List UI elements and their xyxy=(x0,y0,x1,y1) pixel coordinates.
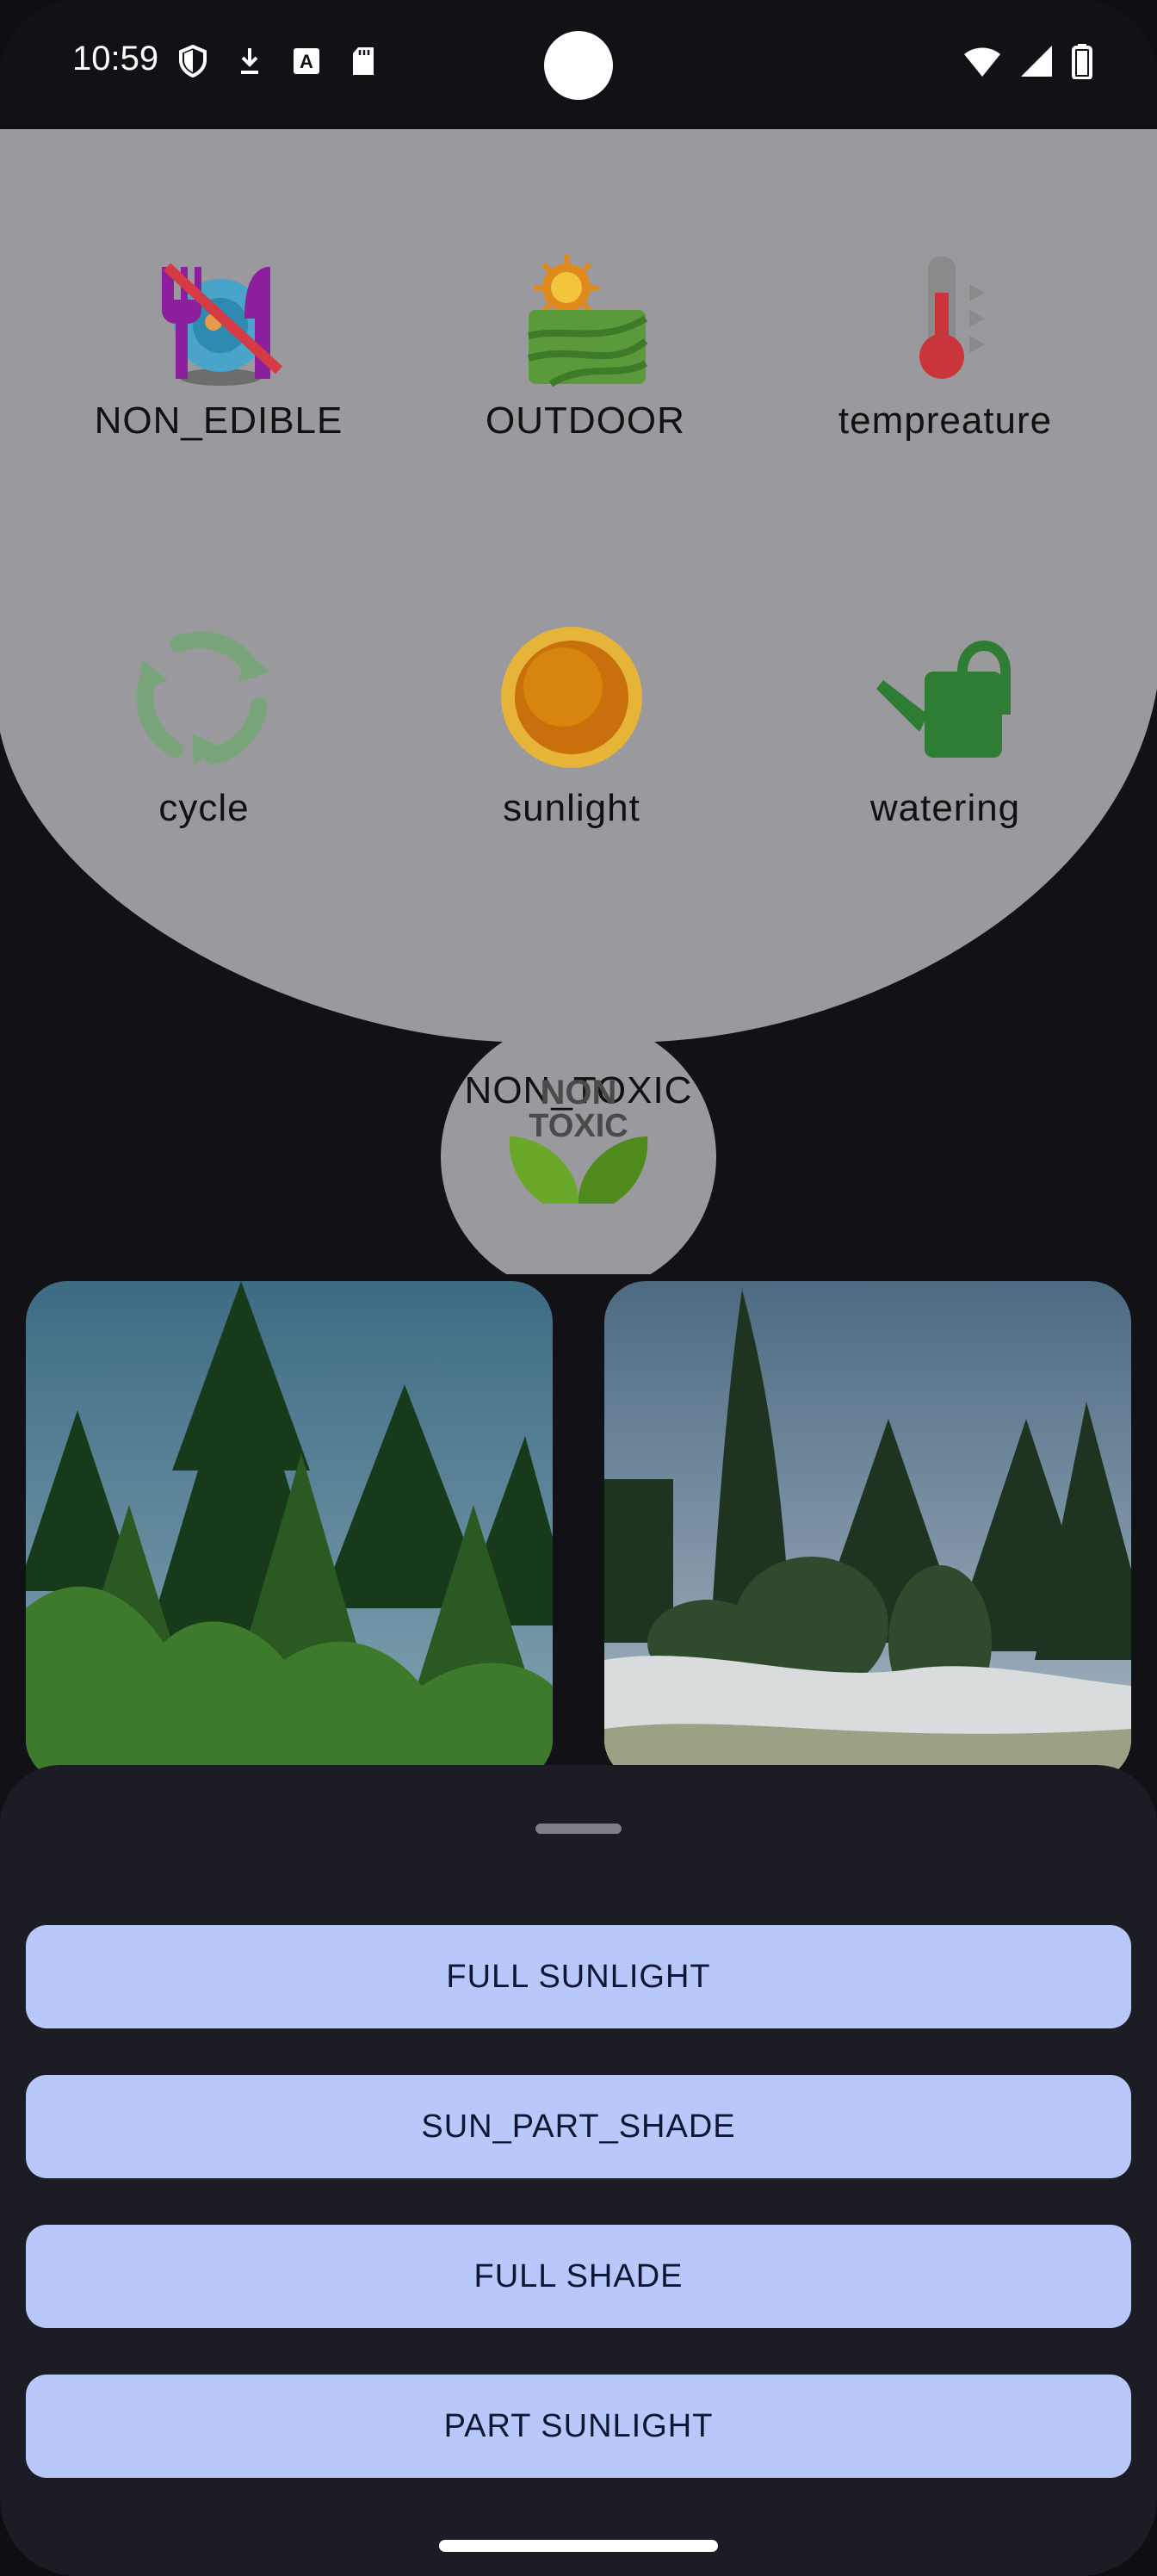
home-gesture-bar[interactable] xyxy=(439,2540,718,2552)
svg-text:A: A xyxy=(300,51,313,72)
non-toxic-leaf-icon: NON TOXIC xyxy=(509,1074,648,1204)
outdoor-field-icon xyxy=(527,255,648,387)
sd-card-icon xyxy=(353,47,374,75)
thermometer-icon xyxy=(919,257,985,379)
option-full-sunlight-button[interactable]: FULL SUNLIGHT xyxy=(26,1925,1131,2028)
watering-can-icon xyxy=(876,641,1011,758)
weeping-conifer-garden-photo xyxy=(604,1281,1131,1780)
sheet-drag-handle[interactable] xyxy=(535,1824,622,1834)
feature-outdoor: OUTDOOR xyxy=(430,250,740,443)
front-camera xyxy=(544,31,613,100)
feature-non-edible: NON_EDIBLE xyxy=(64,250,374,443)
plant-photo-2[interactable] xyxy=(604,1281,1131,1780)
download-icon xyxy=(241,48,258,74)
status-time: 10:59 xyxy=(72,40,159,77)
shield-icon xyxy=(179,45,207,77)
badge-text-non: NON xyxy=(541,1074,617,1112)
feature-watering: watering xyxy=(790,620,1100,830)
cell-signal-icon xyxy=(1021,46,1052,77)
option-full-shade-button[interactable]: FULL SHADE xyxy=(26,2225,1131,2328)
plant-info-panel: NON_EDIBLE OUTDOOR tempreature cycle sun… xyxy=(0,129,1157,1274)
sunlight-options-sheet: FULL SUNLIGHT SUN_PART_SHADE FULL SHADE … xyxy=(0,1765,1157,2576)
feature-sunlight: sunlight xyxy=(417,620,727,830)
status-bar: 10:59 A xyxy=(0,0,1157,129)
evergreen-trees-photo xyxy=(26,1281,553,1780)
plant-photo-1[interactable] xyxy=(26,1281,553,1780)
feature-cycle: cycle xyxy=(49,620,359,830)
battery-icon xyxy=(1072,44,1092,79)
option-part-sunlight-button[interactable]: PART SUNLIGHT xyxy=(26,2375,1131,2478)
app-screen: 10:59 A NON_EDIBLE OUTDOOR tempreature c… xyxy=(0,0,1157,2576)
wifi-icon xyxy=(964,47,1000,77)
non-edible-icon xyxy=(162,263,283,386)
option-sun-part-shade-button[interactable]: SUN_PART_SHADE xyxy=(26,2075,1131,2178)
cycle-icon xyxy=(136,631,269,766)
feature-temperature: tempreature xyxy=(790,250,1100,443)
sun-icon xyxy=(501,627,642,768)
badge-text-toxic: TOXIC xyxy=(529,1108,628,1144)
keyboard-a-icon: A xyxy=(294,48,319,74)
